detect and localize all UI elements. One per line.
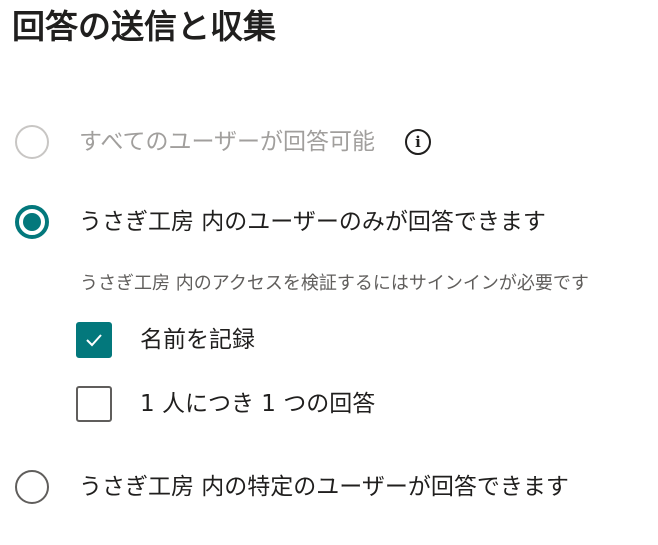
checkbox-label-one-response: 1 人につき 1 つの回答 <box>140 391 376 417</box>
radio-label-org-users: うさぎ工房 内のユーザーのみが回答できます <box>79 209 546 235</box>
checkmark-icon <box>86 334 102 347</box>
sign-in-hint: うさぎ工房 内のアクセスを検証するにはサインインが必要です <box>80 273 589 294</box>
radio-option-all-users[interactable]: すべてのユーザーが回答可能 i <box>15 125 432 159</box>
radio-button-org-users[interactable] <box>15 205 49 239</box>
checkbox-record-name[interactable] <box>76 322 112 358</box>
radio-label-all-users: すべてのユーザーが回答可能 <box>79 129 376 155</box>
checkbox-row-record-name[interactable]: 名前を記録 <box>76 322 255 358</box>
info-icon[interactable]: i <box>405 129 432 155</box>
radio-option-org-users[interactable]: うさぎ工房 内のユーザーのみが回答できます <box>15 205 546 239</box>
radio-option-specific-users[interactable]: うさぎ工房 内の特定のユーザーが回答できます <box>15 470 569 504</box>
radio-label-specific-users: うさぎ工房 内の特定のユーザーが回答できます <box>79 474 569 500</box>
checkbox-label-record-name: 名前を記録 <box>140 327 255 353</box>
radio-button-all-users[interactable] <box>15 125 49 159</box>
page-title: 回答の送信と収集 <box>12 7 276 46</box>
checkbox-row-one-response[interactable]: 1 人につき 1 つの回答 <box>76 386 375 422</box>
checkbox-one-response[interactable] <box>76 386 112 422</box>
radio-button-specific-users[interactable] <box>15 470 49 504</box>
